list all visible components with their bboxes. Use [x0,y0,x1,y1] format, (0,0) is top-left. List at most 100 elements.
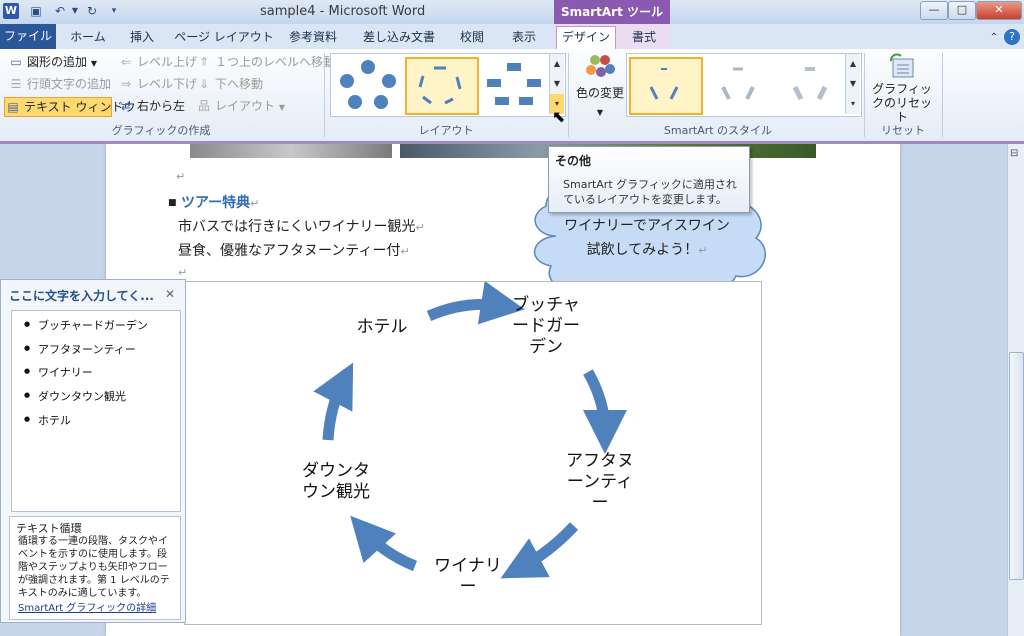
cycle-node-hotel[interactable]: ホテル [337,317,427,338]
promote-button[interactable]: ⇐ レベル上げ [118,53,197,71]
move-down-icon: ⇓ [198,77,210,91]
tab-review[interactable]: 校閲 [452,27,492,48]
arrow-hotel-to-garden [426,282,525,325]
promote-label: レベル上げ [137,55,198,69]
close-button[interactable]: ✕ [976,1,1022,20]
undo-dropdown-icon[interactable]: ▼ [67,3,83,19]
styles-more-icon[interactable]: ▾ [845,94,860,114]
group-divider [942,53,943,137]
style-outline-thumbnail [721,67,755,100]
promote-arrow-icon: ⇐ [120,55,132,69]
smartart-help-link[interactable]: SmartArt グラフィックの詳細 [18,599,156,614]
smartart-tools-context-label: SmartArt ツール [554,0,670,24]
smartart-text-pane: ここに文字を入力してく... ✕ ブッチャードガーデン アフタヌーンティー ワイ… [0,279,186,623]
minimize-button[interactable]: — [920,1,948,20]
text-pane-icon: ▤ [7,100,19,114]
photo-left [190,144,392,158]
change-colors-button[interactable]: 色の変更 ▼ [575,53,625,122]
add-bullet-label: 行頭文字の追加 [27,77,112,91]
cycle-node-garden[interactable]: ブッチャ ードガー デン [501,295,591,358]
cycle-node-afternoon-tea[interactable]: アフタヌ ーンティ ー [555,451,645,514]
tab-home[interactable]: ホーム [64,27,112,48]
text-pane-item[interactable]: ブッチャードガーデン [24,317,148,333]
add-shape-label: 図形の追加 [27,55,88,69]
body-line-1: 市バスでは行きにくいワイナリー観光↵ [178,219,425,235]
demote-label: レベル下げ [137,77,198,91]
layouts-gallery: ▲ ▼ ▾ [330,53,566,117]
cycle-node-winery[interactable]: ワイナリ ー [423,556,513,598]
redo-icon[interactable]: ↻ [84,3,100,19]
text-cycle-thumbnail [418,66,462,105]
style-simple-fill[interactable] [629,57,703,115]
tab-references[interactable]: 参考資料 [282,27,344,48]
tab-page-layout[interactable]: ページ レイアウト [172,27,276,48]
demote-button[interactable]: ⇒ レベル下げ [118,75,197,93]
text-pane-description: テキスト循環 循環する一連の段階、タスクやイベントを示すのに使用します。段階やス… [9,516,181,620]
arrow-garden-to-tea [582,369,627,454]
reset-graphic-icon [890,53,914,78]
smartart-styles-gallery: ▲ ▼ ▾ [626,53,862,117]
text-pane-item[interactable]: アフタヌーンティー [24,341,136,357]
group-divider [324,53,325,137]
gallery-scroll-down-icon[interactable]: ▼ [549,74,564,94]
reset-graphic-label: グラフィックのリセット [871,82,932,124]
style-white-outline[interactable] [703,57,773,111]
body-line-2: 昼食、優雅なアフタヌーンティー付↵ [178,243,410,259]
undo-icon[interactable]: ↶ [52,3,68,19]
cycle-node-downtown[interactable]: ダウンタ ウン観光 [291,461,381,503]
layouts-group-label: レイアウト [418,124,474,137]
move-down-button[interactable]: ⇓ 下へ移動 [196,75,263,93]
move-up-button[interactable]: ⇑ １つ上のレベルへ移動 [196,53,335,71]
scrollbar-thumb[interactable] [1009,352,1024,580]
arrow-tea-to-winery [500,522,579,579]
block-cycle-thumbnail [487,63,541,105]
smartart-graphic[interactable]: ブッチャ ードガー デン アフタヌ ーンティ ー ワイナリ ー ダウンタ ウン観… [184,281,762,625]
add-shape-button[interactable]: ▭ 図形の追加 ▼ [8,53,97,73]
tab-format[interactable]: 書式 [620,27,668,48]
group-divider [568,53,569,137]
styles-scroll-up-icon[interactable]: ▲ [845,54,860,74]
tour-benefits-heading: ツアー特典 [180,195,251,211]
text-pane-item[interactable]: ホテル [24,412,71,428]
tab-file[interactable]: ファイル [0,24,56,49]
paragraph-mark: ↵ [178,266,188,279]
word-app-icon[interactable]: W [3,3,19,19]
bullet-marker: ■ [168,198,177,208]
text-pane-list[interactable]: ブッチャードガーデン アフタヌーンティー ワイナリー ダウンタウン観光 ホテル [11,310,181,512]
layout-block-cycle[interactable] [479,57,549,111]
text-pane-button[interactable]: ▤ テキスト ウィンドウ [4,97,135,117]
arrow-downtown-to-hotel [313,362,354,441]
minimize-ribbon-icon[interactable]: ⌃ [986,27,1002,48]
style-3d[interactable] [775,57,845,111]
layout-basic-cycle[interactable] [333,57,403,111]
layout-text-cycle[interactable] [405,57,479,115]
body-line-2-text: 昼食、優雅なアフタヌーンティー付 [178,243,401,259]
text-pane-item[interactable]: ワイナリー [24,364,93,380]
layout-description-title: テキスト循環 [16,522,82,535]
layout-description-body: 循環する一連の段階、タスクやイベントを示すのに使用します。段階やステップよりも矢… [18,536,170,599]
add-bullet-button[interactable]: ☰ 行頭文字の追加 [8,75,111,93]
create-graphic-group-label: グラフィックの作成 [111,124,211,137]
reset-graphic-button[interactable]: グラフィックのリセット [868,53,936,124]
text-pane-item[interactable]: ダウンタウン観光 [24,388,126,404]
tab-insert[interactable]: 挿入 [120,27,164,48]
text-pane-close-icon[interactable]: ✕ [165,287,175,301]
save-icon[interactable]: ▣ [28,3,44,19]
title-bar: W ▣ ↶ ▼ ↻ ▾ sample4 - Microsoft Word Sma… [0,0,1024,25]
tooltip-title: その他 [555,154,592,168]
styles-group-label: SmartArt のスタイル [663,124,773,137]
maximize-button[interactable]: □ [948,1,976,20]
right-to-left-button[interactable]: ⇄ 右から左 [118,97,185,115]
move-up-icon: ⇑ [198,55,210,69]
customize-qat-icon[interactable]: ▾ [106,3,122,19]
tab-design[interactable]: デザイン [556,26,616,49]
window-title: sample4 - Microsoft Word [260,4,426,19]
gallery-scroll-up-icon[interactable]: ▲ [549,54,564,74]
tab-view[interactable]: 表示 [500,27,548,48]
styles-scroll-down-icon[interactable]: ▼ [845,74,860,94]
layout-icon: 品 [197,99,210,113]
help-icon[interactable]: ? [1004,29,1020,45]
ruler-toggle-icon[interactable]: ⊟ [1010,148,1018,159]
layout-button[interactable]: 品レイアウト ▼ [196,97,285,117]
tab-mailings[interactable]: 差し込み文書 [354,27,444,48]
